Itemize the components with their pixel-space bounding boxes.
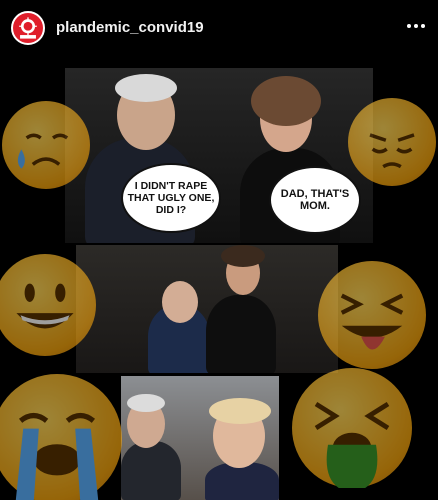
avatar[interactable] xyxy=(11,11,45,45)
woman-hair xyxy=(251,76,321,126)
singer-figure xyxy=(206,295,276,373)
post-image[interactable]: I DIDN'T RAPE THAT UGLY ONE, DID I? DAD,… xyxy=(0,56,438,500)
vomiting-face-icon xyxy=(292,368,412,488)
man-in-suit-head xyxy=(162,281,198,323)
squinting-tongue-face-icon xyxy=(318,261,426,369)
meme-panel-3 xyxy=(121,376,279,500)
old-man-figure xyxy=(121,441,181,500)
crying-face-icon xyxy=(2,101,90,189)
woman-shocked-hair xyxy=(209,398,271,424)
more-options-icon[interactable] xyxy=(404,14,428,38)
meme-panel-1: I DIDN'T RAPE THAT UGLY ONE, DID I? DAD,… xyxy=(65,68,373,243)
loudly-crying-face-icon xyxy=(0,374,122,500)
meme-panel-2 xyxy=(76,245,338,373)
post-header: plandemic_convid19 xyxy=(0,0,438,56)
singer-hair xyxy=(221,245,265,267)
grinning-face-icon xyxy=(0,254,96,356)
virus-logo-icon xyxy=(19,17,37,39)
pensive-face-icon xyxy=(348,98,436,186)
username[interactable]: plandemic_convid19 xyxy=(56,19,204,36)
man-hair xyxy=(115,74,177,102)
old-man-hair xyxy=(127,394,165,412)
speech-bubble-left: I DIDN'T RAPE THAT UGLY ONE, DID I? xyxy=(121,163,221,233)
